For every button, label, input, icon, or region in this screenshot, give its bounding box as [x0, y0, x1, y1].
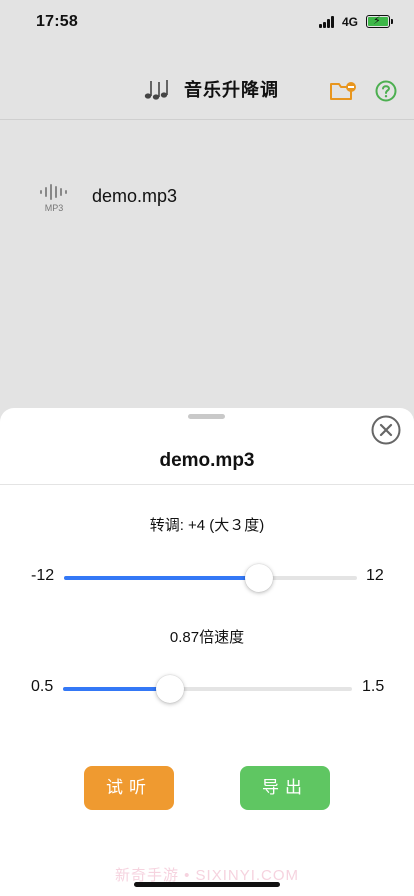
status-time: 17:58 — [36, 13, 78, 30]
pitch-slider-thumb[interactable] — [245, 564, 274, 592]
home-indicator[interactable] — [134, 882, 280, 887]
speed-label: 0.87倍速度 — [169, 629, 245, 646]
speed-max-label: 1.5 — [362, 678, 385, 695]
pitch-slider-row: -12 12 — [0, 562, 414, 592]
export-button[interactable]: 导出 — [240, 766, 330, 810]
bottom-sheet: demo.mp3 转调: +4 (大３度) -12 12 0.87倍速度 0.5… — [0, 408, 414, 896]
speed-slider-row: 0.5 1.5 — [0, 673, 414, 703]
battery-icon: ⚡ — [366, 15, 390, 28]
sheet-title: demo.mp3 — [159, 450, 255, 471]
speed-slider-fill — [63, 687, 170, 691]
pitch-label: 转调: +4 (大３度) — [149, 517, 265, 534]
pitch-slider[interactable] — [64, 564, 357, 592]
page-title: 音乐升降调 — [184, 80, 279, 100]
pitch-max-label: 12 — [366, 567, 384, 584]
pitch-slider-fill — [64, 576, 260, 580]
file-name: demo.mp3 — [92, 186, 178, 206]
help-button[interactable] — [375, 80, 397, 102]
folder-remove-icon — [330, 82, 356, 100]
nav-bar: 音乐升降调 — [0, 44, 414, 120]
music-notes-icon — [144, 80, 168, 100]
file-list-item[interactable]: MP3 demo.mp3 — [0, 170, 414, 226]
speed-slider-thumb[interactable] — [155, 675, 184, 703]
speed-slider[interactable] — [63, 675, 352, 703]
close-circle-icon — [371, 415, 401, 445]
status-bar: 17:58 4G ⚡ — [0, 0, 414, 44]
network-type: 4G — [342, 15, 359, 29]
battery-cap — [391, 19, 393, 24]
nav-title-group: 音乐升降调 — [144, 76, 279, 102]
signal-icon — [319, 16, 337, 28]
close-button[interactable] — [371, 415, 401, 445]
sheet-grabber[interactable] — [188, 414, 225, 419]
divider — [0, 484, 414, 485]
file-type-label: MP3 — [44, 203, 64, 213]
folder-button[interactable] — [329, 79, 357, 103]
speed-min-label: 0.5 — [31, 678, 54, 695]
help-circle-icon — [375, 80, 397, 102]
pitch-min-label: -12 — [31, 567, 55, 584]
preview-button[interactable]: 试听 — [84, 766, 174, 810]
